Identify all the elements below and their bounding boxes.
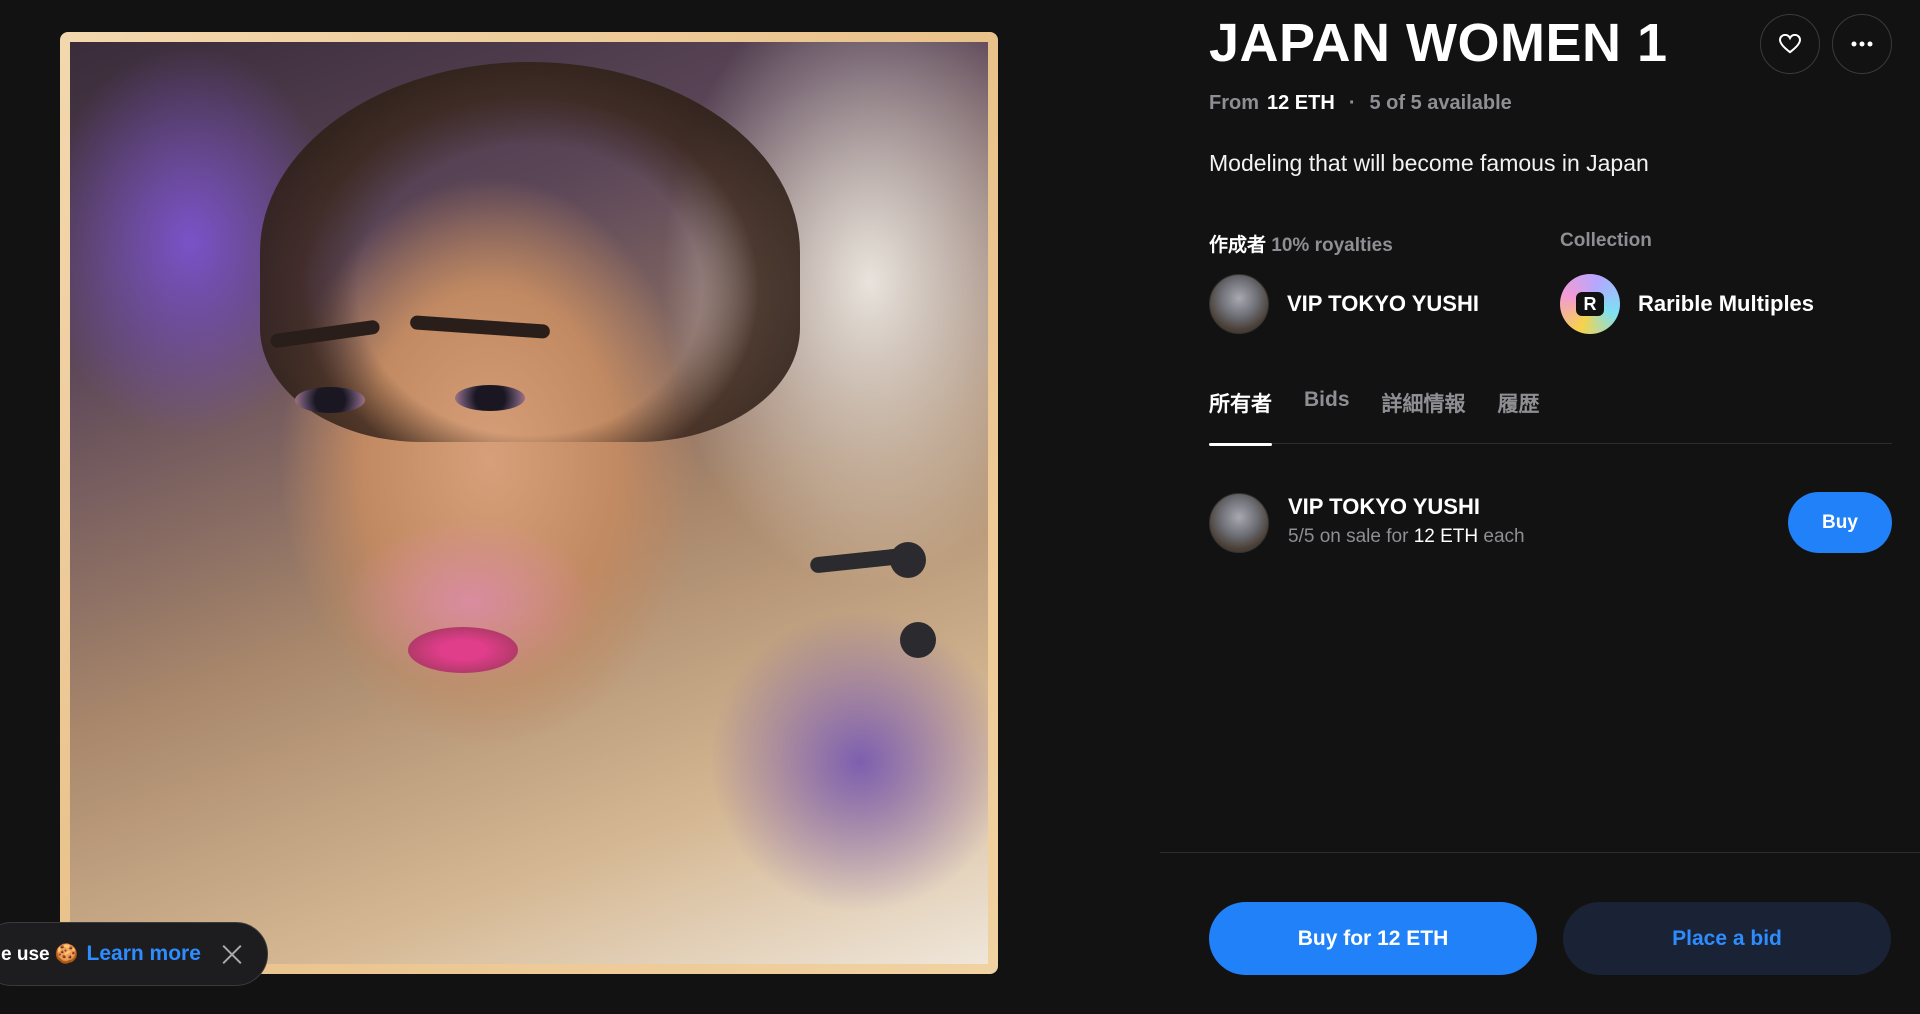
artwork-lips (408, 627, 518, 673)
sale-price: 12 ETH (1413, 526, 1479, 547)
learn-more-link[interactable]: Learn more (87, 942, 201, 966)
owner-sale-info: 5/5 on sale for 12 ETH each (1288, 526, 1525, 548)
artwork-image[interactable] (70, 42, 988, 964)
item-title: JAPAN WOMEN 1 (1209, 13, 1668, 73)
tab-owners[interactable]: 所有者 (1209, 388, 1272, 446)
creator-name: VIP TOKYO YUSHI (1287, 291, 1479, 316)
close-icon[interactable] (221, 943, 243, 965)
owner-name[interactable]: VIP TOKYO YUSHI (1288, 494, 1480, 520)
place-bid-button[interactable]: Place a bid (1563, 902, 1891, 975)
artwork-right-eye (455, 385, 525, 411)
owner-row: VIP TOKYO YUSHI 5/5 on sale for 12 ETH e… (1209, 492, 1892, 554)
artwork-frame[interactable] (60, 32, 998, 974)
artwork-hair (260, 62, 800, 442)
item-meta: From 12 ETH · 5 of 5 available (1209, 92, 1512, 115)
collection-avatar: R (1560, 274, 1620, 334)
avatar (1209, 274, 1269, 334)
artwork-left-eye (295, 387, 365, 413)
item-details-panel: JAPAN WOMEN 1 From 12 ETH · 5 of 5 avail… (1160, 0, 1920, 1014)
heart-icon (1779, 34, 1801, 54)
more-dots-icon (1851, 41, 1873, 47)
actions-divider (1160, 852, 1920, 853)
collection-link[interactable]: R Rarible Multiples (1560, 274, 1814, 334)
collection-label: Collection (1560, 230, 1652, 251)
item-description: Modeling that will become famous in Japa… (1209, 150, 1649, 176)
tab-bar: 所有者 Bids 詳細情報 履歴 (1209, 388, 1892, 446)
sale-count: 5/5 on sale for (1288, 526, 1409, 547)
collection-name: Rarible Multiples (1638, 291, 1815, 316)
price-prefix: From (1209, 92, 1259, 114)
tab-details[interactable]: 詳細情報 (1382, 388, 1466, 444)
buy-for-price-button[interactable]: Buy for 12 ETH (1209, 902, 1537, 975)
creator-label: 作成者 (1209, 235, 1267, 256)
meta-separator: · (1348, 92, 1356, 114)
creator-label-row: 作成者 10% royalties (1209, 230, 1393, 257)
sale-suffix: each (1483, 526, 1525, 547)
artwork-door-knob (890, 542, 926, 578)
cookie-banner: e use 🍪 Learn more (0, 922, 268, 986)
cookie-text: e use 🍪 (1, 944, 79, 965)
avatar[interactable] (1209, 493, 1269, 553)
availability: 5 of 5 available (1369, 92, 1512, 114)
owner-buy-button[interactable]: Buy (1788, 492, 1892, 553)
artwork-door-lock (900, 622, 936, 658)
price-value: 12 ETH (1267, 92, 1335, 114)
creator-link[interactable]: VIP TOKYO YUSHI (1209, 274, 1479, 334)
tab-bids[interactable]: Bids (1304, 388, 1350, 444)
tab-history[interactable]: 履歴 (1498, 388, 1540, 444)
like-button[interactable] (1760, 14, 1820, 74)
royalties-label: 10% royalties (1271, 235, 1393, 256)
collection-logo-letter: R (1576, 292, 1604, 316)
more-options-button[interactable] (1832, 14, 1892, 74)
